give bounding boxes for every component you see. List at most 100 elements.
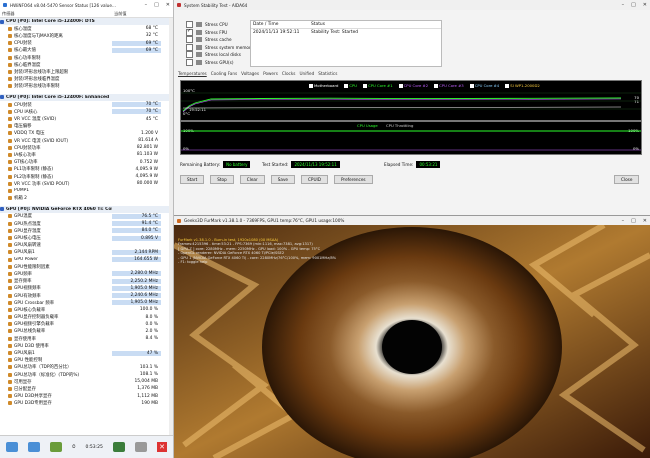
sensor-row[interactable]: GPU有效频率 2,240.6 MHz bbox=[0, 292, 173, 299]
sensor-row[interactable]: GPU Crossbar 频率 1,905.0 MHz bbox=[0, 299, 173, 306]
sensor-row[interactable]: VR VCC 功率 (SVID POUT) 80.000 W bbox=[0, 180, 173, 187]
graph-tab[interactable]: Unified bbox=[299, 71, 314, 76]
sensor-row[interactable]: GPU显存温度 84.0 °C bbox=[0, 227, 173, 234]
sensor-row[interactable]: GPU D3D专用显存 190 MB bbox=[0, 400, 173, 407]
sensor-row[interactable]: CPU IA核心 70 °C bbox=[0, 108, 173, 115]
close-button[interactable]: Close bbox=[614, 175, 640, 184]
checkbox[interactable] bbox=[186, 58, 193, 66]
sensor-row[interactable]: PUMP1 bbox=[0, 187, 173, 194]
close-icon[interactable]: ✕ bbox=[643, 218, 647, 224]
checkbox[interactable] bbox=[186, 28, 193, 36]
report-icon[interactable] bbox=[112, 442, 125, 452]
maximize-icon[interactable]: □ bbox=[154, 2, 159, 8]
checkbox[interactable] bbox=[186, 51, 193, 58]
graph-tab[interactable]: Clocks bbox=[282, 71, 296, 76]
sensor-row[interactable]: 核心临界温度 bbox=[0, 61, 173, 68]
sensor-row[interactable]: GPU风扇转速 bbox=[0, 242, 173, 249]
sensor-row[interactable]: 封装/环形总线功率上限超限 bbox=[0, 68, 173, 75]
sensor-row[interactable]: IA核心功率 81.103 W bbox=[0, 151, 173, 158]
sensor-row[interactable]: 核心最大值 69 °C bbox=[0, 47, 173, 54]
sensor-row[interactable]: GPU D3D 使用率 bbox=[0, 342, 173, 349]
sensor-row[interactable]: 核心温度与TjMAX的距离 32 °C bbox=[0, 32, 173, 39]
clear-button[interactable]: Clear bbox=[239, 175, 265, 184]
sensor-row[interactable]: GPU总功率（标准化）(TDP的%) 108.1 % bbox=[0, 371, 173, 378]
graph-tab[interactable]: Powers bbox=[263, 71, 278, 76]
sensor-row[interactable]: GPU频率 2,280.0 MHz bbox=[0, 270, 173, 277]
sensor-row[interactable]: PL1功率限制 (静态) 4,095.9 W bbox=[0, 166, 173, 173]
stress-option[interactable]: Stress system memory bbox=[186, 43, 253, 51]
sensor-row[interactable]: CPU封装 69 °C bbox=[0, 40, 173, 47]
sensor-row[interactable]: GPU总线负载率 2.0 % bbox=[0, 328, 173, 335]
graph-tab[interactable]: Voltages bbox=[241, 71, 259, 76]
sensor-row[interactable]: GPU视频频率 1,905.0 MHz bbox=[0, 285, 173, 292]
sensor-row[interactable]: GPU风扇1 2,144 RPM bbox=[0, 249, 173, 256]
close-icon[interactable]: ✕ bbox=[166, 2, 170, 8]
close-icon[interactable]: ✕ bbox=[643, 2, 647, 8]
sensor-row[interactable]: 电压偏移 bbox=[0, 123, 173, 130]
sensor-row[interactable]: GPU风扇1 47 % bbox=[0, 349, 173, 356]
furmark-render[interactable]: FurMark v1.38.1.0 - Burn-in test, 1920x1… bbox=[174, 225, 650, 458]
sensor-row[interactable]: 核心温度 68 °C bbox=[0, 25, 173, 32]
cpuid-button[interactable]: CPUID bbox=[301, 175, 328, 184]
sensor-row[interactable]: GPU D3D共享显存 1,112 MB bbox=[0, 393, 173, 400]
sensor-row[interactable]: 封装/环形总线临界温度 bbox=[0, 76, 173, 83]
sensor-scrollbar[interactable] bbox=[169, 18, 173, 436]
stress-option[interactable]: Stress local disks bbox=[186, 51, 241, 58]
sensor-row[interactable]: 核心功率限制 bbox=[0, 54, 173, 61]
sensor-row[interactable]: 已分配显存 1,376 MB bbox=[0, 385, 173, 392]
stress-option[interactable]: Stress CPU bbox=[186, 21, 228, 28]
graph-tab[interactable]: Temperatures bbox=[178, 71, 207, 76]
sensor-group-header[interactable]: GPU [#0]: NVIDIA GeForce RTX 4060 Ti: Co… bbox=[0, 205, 173, 213]
sensor-row[interactable]: VDDQ TX 电压 1.200 V bbox=[0, 130, 173, 137]
sensor-row[interactable]: GPU显存控制器负载率 8.0 % bbox=[0, 314, 173, 321]
nav-arrows-icon[interactable] bbox=[6, 442, 18, 452]
stress-option[interactable]: Stress GPU(s) bbox=[186, 58, 233, 66]
network-icon[interactable] bbox=[28, 442, 40, 452]
sensor-row[interactable]: GT核心功率 0.752 W bbox=[0, 159, 173, 166]
sensor-row[interactable]: GPU热点温度 91.4 °C bbox=[0, 220, 173, 227]
maximize-icon[interactable]: □ bbox=[631, 218, 636, 224]
minimize-icon[interactable]: – bbox=[622, 218, 625, 224]
col-sensor[interactable]: 传感器 bbox=[2, 11, 114, 17]
sensor-row[interactable]: GPU视频引擎负载率 0.0 % bbox=[0, 321, 173, 328]
sensor-row[interactable]: CPU封装 70 °C bbox=[0, 101, 173, 108]
sensor-row[interactable]: GPU Power 164.655 W bbox=[0, 256, 173, 263]
sensor-row[interactable]: GPU核心电压 0.895 V bbox=[0, 234, 173, 241]
sensor-row[interactable]: GPU 性能控制 bbox=[0, 357, 173, 364]
sensor-config-icon[interactable] bbox=[50, 442, 62, 452]
sensor-row[interactable]: VR VCC 温度 (SVID) 45 °C bbox=[0, 115, 173, 122]
sensor-row[interactable]: GPU性能限制因素 bbox=[0, 263, 173, 270]
stress-option[interactable]: Stress FPU bbox=[186, 28, 227, 36]
col-value[interactable]: 当前值 bbox=[114, 11, 127, 17]
event-log[interactable]: Date / Time Status 2024/11/13 19:52:11 S… bbox=[250, 20, 442, 67]
save-button[interactable]: Save bbox=[270, 175, 295, 184]
sensor-row[interactable]: GPU核心负载率 100.0 % bbox=[0, 306, 173, 313]
sensor-row[interactable]: VR VCC 电流 (SVID IOUT) 81.614 A bbox=[0, 137, 173, 144]
close-hwinfo-icon[interactable]: ✕ bbox=[157, 442, 167, 452]
graph-tab[interactable]: Cooling Fans bbox=[211, 71, 237, 76]
sensor-row[interactable]: 封装/环形总线功率限制 bbox=[0, 83, 173, 90]
settings-icon[interactable] bbox=[134, 442, 147, 452]
event-row[interactable]: 2024/11/13 19:52:11 Stability Test: Star… bbox=[251, 29, 441, 36]
maximize-icon[interactable]: □ bbox=[631, 2, 636, 8]
sensor-row[interactable]: CPU封装功率 82.801 W bbox=[0, 144, 173, 151]
stress-option[interactable]: Stress cache bbox=[186, 36, 232, 43]
graph-tab[interactable]: Statistics bbox=[318, 71, 337, 76]
minimize-icon[interactable]: – bbox=[622, 2, 625, 8]
sensor-row[interactable]: 显存使用率 8.4 % bbox=[0, 335, 173, 342]
sensor-row[interactable]: 可用显存 15,004 MB bbox=[0, 378, 173, 385]
preferences-button[interactable]: Preferences bbox=[333, 175, 373, 184]
sensor-row[interactable]: PL2功率限制 (静态) 4,095.9 W bbox=[0, 173, 173, 180]
sensor-group-header[interactable]: CPU [#0]: Intel Core i5-12400F: Enhanced bbox=[0, 93, 173, 102]
sensor-group-header[interactable]: CPU [#0]: Intel Core i5-12400F: DTS bbox=[0, 18, 173, 26]
sensor-list[interactable]: CPU [#0]: Intel Core i5-12400F: DTS 核心温度 6… bbox=[0, 18, 173, 436]
checkbox[interactable] bbox=[186, 36, 193, 43]
sensor-row[interactable]: 显存频率 2,250.2 MHz bbox=[0, 278, 173, 285]
sensor-row[interactable]: GPU总功率（TDP的百分比） 103.1 % bbox=[0, 364, 173, 371]
sensor-row[interactable]: GPU温度 76.5 °C bbox=[0, 213, 173, 220]
checkbox[interactable] bbox=[186, 43, 193, 51]
start-button[interactable]: Start bbox=[180, 175, 205, 184]
minimize-icon[interactable]: – bbox=[145, 2, 148, 8]
stop-button[interactable]: Stop bbox=[210, 175, 234, 184]
sensor-row[interactable]: 机箱 2 bbox=[0, 195, 173, 202]
